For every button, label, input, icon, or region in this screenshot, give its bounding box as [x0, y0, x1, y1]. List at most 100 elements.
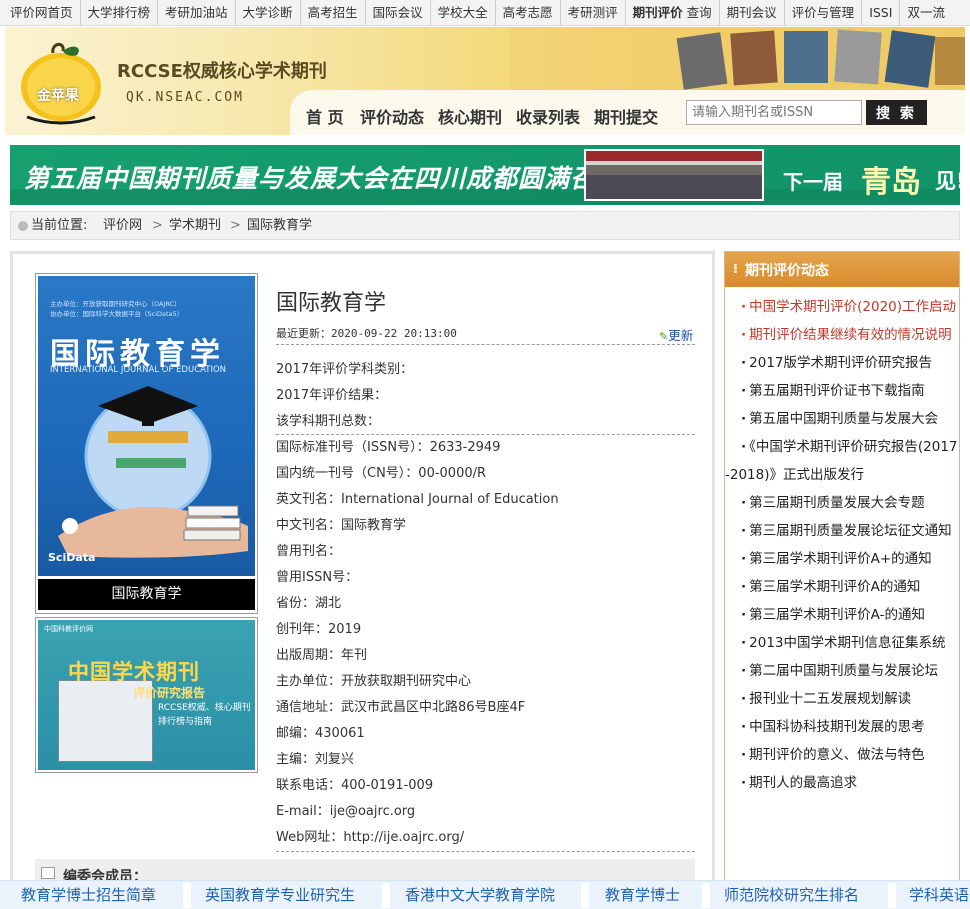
ad-link-bar: 教育学博士招生简章 英国教育学专业研究生 香港中文大学教育学院 教育学博士 师范… — [0, 880, 970, 909]
news-item[interactable]: · 第三届学术期刊评价A的通知 — [725, 573, 959, 601]
ad-link-separator — [702, 883, 710, 908]
info-email[interactable]: E-mail：ije@oajrc.org — [276, 799, 415, 825]
topnav-issi[interactable]: ISSI — [862, 0, 901, 25]
breadcrumb-item-current[interactable]: 国际教育学 — [247, 212, 312, 239]
info-phone: 联系电话：400-0191-009 — [276, 778, 434, 793]
menu-index-list[interactable]: 收录列表 — [516, 104, 580, 128]
news-item[interactable]: · 期刊人的最高追求 — [725, 769, 959, 797]
logo-mark-text: 金苹果 — [37, 88, 79, 104]
info-former-issn: 曾用ISSN号： — [276, 570, 359, 585]
topnav-gaokao[interactable]: 高考招生 — [301, 0, 366, 25]
divider — [276, 344, 695, 345]
ad-link[interactable]: 香港中文大学教育学院 — [405, 881, 555, 909]
info-postcode: 邮编：430061 — [276, 726, 365, 741]
cover-subtitle: INTERNATIONAL JOURNAL OF EDUCATION — [50, 365, 227, 375]
news-item[interactable]: · 2017版学术期刊评价研究报告 — [725, 349, 959, 377]
info-host: 主办单位：开放获取期刊研究中心 — [276, 674, 472, 689]
document-icon — [41, 867, 55, 879]
ad-link-separator — [183, 883, 191, 908]
pencil-icon: ✎ — [659, 330, 669, 343]
news-item[interactable]: · 期刊评价结果继续有效的情况说明 — [725, 321, 959, 349]
ad-link[interactable]: 教育学博士招生简章 — [21, 881, 156, 909]
news-list: · 中国学术期刊评价(2020)工作启动 · 期刊评价结果继续有效的情况说明 · 20… — [725, 293, 959, 797]
cover-cohost-line: 协办单位：国际科学大数据平台（SciData5） — [50, 310, 184, 318]
cover-caption: 国际教育学 — [38, 579, 255, 610]
info-issn: 国际标准刊号（ISSN号）：2633-2949 — [276, 440, 501, 455]
report-ad-line1: RCCSE权威、核心期刊 — [158, 703, 251, 713]
topnav-kaoyan[interactable]: 考研加油站 — [158, 0, 236, 25]
ad-link-separator — [888, 883, 896, 908]
topnav-double-first-class[interactable]: 双一流 — [900, 0, 952, 25]
top-nav: 评价网首页 大学排行榜 考研加油站 大学诊断 高考招生 国际会议 学校大全 高考志愿 考研测评期… — [0, 0, 970, 26]
menu-core-journals[interactable]: 核心期刊 — [438, 104, 502, 128]
cover-brand: SciData — [48, 551, 96, 564]
info-founded-year: 创刊年：2019 — [276, 622, 362, 637]
journal-cover[interactable]: 主办单位：开放获取期刊研究中心（OAJRC） 协办单位：国际科学大数据平台（Sc… — [35, 273, 258, 614]
ad-link[interactable]: 教育学博士 — [605, 881, 680, 909]
ad-link-separator — [581, 883, 589, 908]
journal-title: 国际教育学 — [276, 291, 387, 316]
breadcrumb-bullet-icon — [18, 221, 28, 231]
topnav-university-ranking[interactable]: 大学排行榜 — [81, 0, 159, 25]
info-eval-result: 2017年评价结果： — [276, 388, 388, 403]
news-item[interactable]: · 第二届中国期刊质量与发展论坛 — [725, 657, 959, 685]
news-item[interactable]: · 第三届期刊质量发展论坛征文通知 — [725, 517, 959, 545]
topnav-university-diagnosis[interactable]: 大学诊断 — [236, 0, 301, 25]
info-website[interactable]: Web网址：http://ije.oajrc.org/ — [276, 825, 464, 851]
news-item[interactable]: · 中国科协科技期刊发展的思考 — [725, 713, 959, 741]
ad-link[interactable]: 师范院校研究生排名 — [724, 881, 859, 909]
site-url: QK.NSEAC.COM — [126, 90, 244, 105]
breadcrumb-item-journals[interactable]: 学术期刊 — [169, 212, 221, 239]
report-ad[interactable]: 中国科教评价网 中国学术期刊 评价研究报告 RCCSE权威、核心期刊 排行榜与指… — [35, 617, 258, 773]
topnav-journal-eval[interactable]: 期刊评价 查询 — [626, 0, 720, 25]
topnav-journal-conference[interactable]: 期刊会议 — [720, 0, 785, 25]
news-item[interactable]: · 期刊评价的意义、做法与特色 — [725, 741, 959, 769]
menu-home[interactable]: 首 页 — [306, 104, 344, 128]
breadcrumb-item-home[interactable]: 评价网 — [103, 212, 142, 239]
news-item[interactable]: · 中国学术期刊评价(2020)工作启动 — [725, 293, 959, 321]
ad-link[interactable]: 学科英语 — [909, 881, 969, 909]
ad-link-separator — [382, 883, 390, 908]
news-item[interactable]: · 第五届期刊评价证书下载指南 — [725, 377, 959, 405]
site-logo[interactable]: 金苹果 — [13, 37, 109, 125]
topnav-schools[interactable]: 学校大全 — [431, 0, 496, 25]
topnav-kaoyan-ceping[interactable]: 考研测评 — [561, 0, 626, 25]
info-subject-category: 2017年评价学科类别： — [276, 362, 414, 377]
breadcrumb: 当前位置: 评价网 > 学术期刊 > 国际教育学 — [10, 211, 960, 240]
info-subject-total: 该学科期刊总数： — [276, 414, 381, 429]
info-former-name: 曾用刊名： — [276, 544, 342, 559]
menu-submit-journal[interactable]: 期刊提交 — [594, 104, 658, 128]
menu-eval-news[interactable]: 评价动态 — [360, 104, 424, 128]
banner-next-city: 青岛 — [861, 165, 921, 200]
news-item[interactable]: · 第三届期刊质量发展大会专题 — [725, 489, 959, 517]
info-address: 通信地址：武汉市武昌区中北路86号B座4F — [276, 700, 526, 715]
news-item[interactable]: · 第五届中国期刊质量与发展大会 — [725, 405, 959, 433]
news-sidebar: ⁝ 期刊评价动态 · 中国学术期刊评价(2020)工作启动 · 期刊评价结果继续有效… — [724, 251, 960, 901]
promo-banner[interactable]: 第五届中国期刊质量与发展大会在四川成都圆满召开! 下一届 青岛 见! — [10, 145, 960, 205]
report-ad-image: 中国科教评价网 中国学术期刊 评价研究报告 RCCSE权威、核心期刊 排行榜与指… — [38, 620, 255, 770]
site-title: RCCSE权威核心学术期刊 — [117, 61, 327, 82]
report-ad-title: 中国学术期刊 — [68, 660, 200, 684]
news-item[interactable]: · 第三届学术期刊评价A+的通知 — [725, 545, 959, 573]
report-ad-line2: 排行榜与指南 — [158, 717, 213, 727]
breadcrumb-separator: > — [230, 218, 241, 233]
last-updated: 最近更新：2020-09-22 20:13:00 — [276, 327, 457, 340]
ad-link[interactable]: 英国教育学专业研究生 — [205, 881, 355, 909]
search-input[interactable] — [686, 100, 862, 125]
main-menu: 首 页 评价动态 核心期刊 收录列表 期刊提交 搜 索 — [290, 90, 965, 135]
banner-group-photo — [584, 149, 764, 201]
banner-next-suffix: 见! — [935, 169, 960, 193]
news-item[interactable]: · 《中国学术期刊评价研究报告(2017-2018)》正式出版发行 — [725, 433, 959, 489]
topnav-gaokao-zhiyuan[interactable]: 高考志愿 — [496, 0, 561, 25]
report-ad-subtitle: 评价研究报告 — [133, 686, 206, 700]
news-item[interactable]: · 2013中国学术期刊信息征集系统 — [725, 629, 959, 657]
breadcrumb-separator: > — [152, 218, 163, 233]
news-item[interactable]: · 第三届学术期刊评价A-的通知 — [725, 601, 959, 629]
news-item[interactable]: · 报刊业十二五发展规划解读 — [725, 685, 959, 713]
site-header: 金苹果 RCCSE权威核心学术期刊 QK.NSEAC.COM 首 页 评价动态 … — [5, 27, 965, 135]
topnav-eval-management[interactable]: 评价与管理 — [785, 0, 863, 25]
topnav-home[interactable]: 评价网首页 — [0, 0, 81, 25]
topnav-conference[interactable]: 国际会议 — [366, 0, 431, 25]
search-button[interactable]: 搜 索 — [866, 100, 927, 125]
update-link[interactable]: ✎更新 — [659, 325, 693, 344]
